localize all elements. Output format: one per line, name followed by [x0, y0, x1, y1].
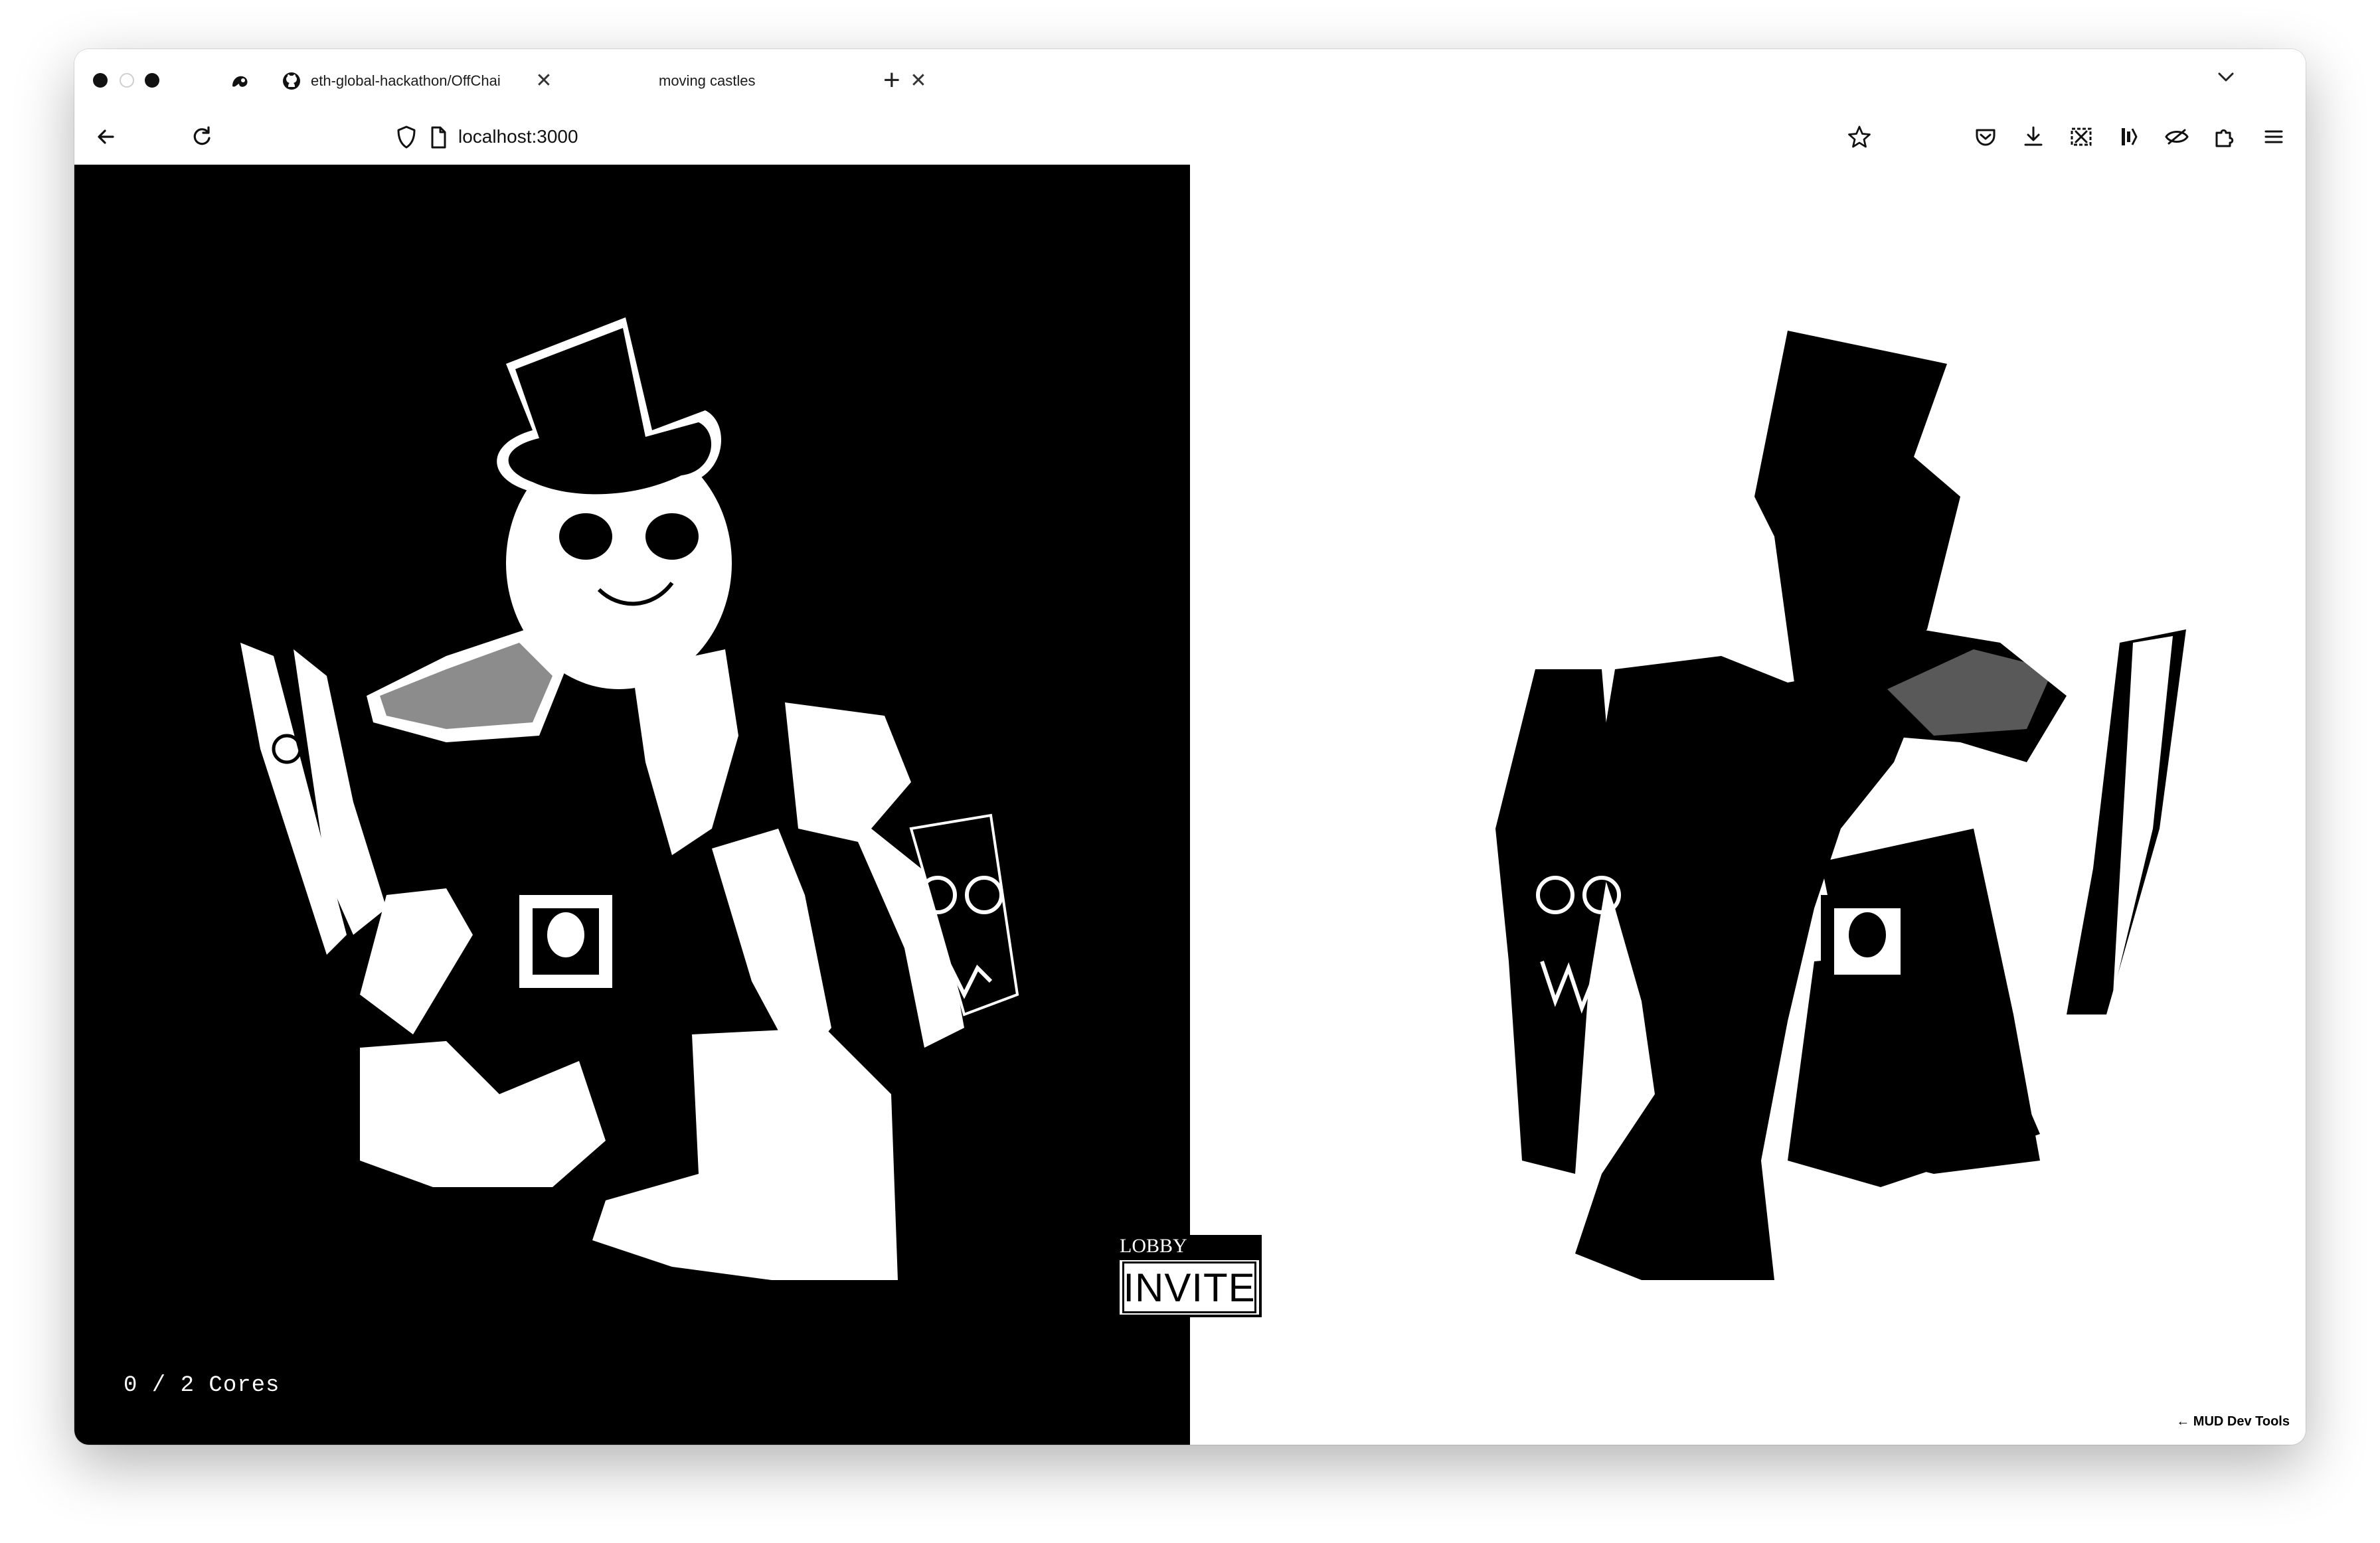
page-content: 0 / 2 Cores ← MUD Dev Tools LOBBY INVITE [74, 165, 2306, 1445]
nav-toolbar: localhost:3000 [74, 110, 2306, 165]
tab-close-icon[interactable]: ✕ [907, 71, 930, 91]
reload-icon[interactable] [187, 122, 216, 151]
window-close-button[interactable] [93, 73, 108, 88]
screenshot-icon[interactable] [2067, 122, 2096, 151]
menu-hamburger-icon[interactable] [2259, 122, 2288, 151]
url-text: localhost:3000 [458, 126, 578, 147]
castle-character-left [240, 317, 1019, 1280]
tab-github[interactable]: eth-global-hackathon/OffChai ✕ [282, 60, 640, 102]
firefox-view-icon[interactable] [227, 69, 254, 96]
right-character-pane[interactable]: ← MUD Dev Tools [1190, 165, 2306, 1445]
window-maximize-button[interactable] [145, 73, 159, 88]
extension-bars-icon[interactable] [2114, 122, 2144, 151]
castle-character-right [1495, 331, 2186, 1280]
mud-dev-tools-link[interactable]: ← MUD Dev Tools [2176, 1414, 2290, 1429]
page-icon[interactable] [426, 124, 450, 151]
window-minimize-button[interactable] [120, 73, 134, 88]
back-arrow-icon[interactable] [92, 122, 121, 151]
tab-github-label: eth-global-hackathon/OffChai [311, 72, 501, 89]
tab-bar: eth-global-hackathon/OffChai ✕ moving ca… [74, 49, 2306, 110]
github-icon [282, 71, 301, 91]
chevron-down-icon[interactable] [2213, 64, 2239, 90]
pocket-icon[interactable] [1971, 122, 2000, 151]
tab-moving-castles-label: moving castles [659, 72, 756, 89]
new-tab-button[interactable]: + [883, 64, 900, 97]
shield-icon[interactable] [393, 123, 420, 152]
extension-eye-icon[interactable] [2162, 122, 2191, 151]
invite-button-label: INVITE [1122, 1261, 1256, 1313]
browser-window: eth-global-hackathon/OffChai ✕ moving ca… [74, 49, 2306, 1445]
download-icon[interactable] [2019, 122, 2048, 151]
bookmark-star-icon[interactable] [1845, 123, 1874, 152]
cores-counter: 0 / 2 Cores [124, 1373, 280, 1398]
lobby-label: LOBBY [1117, 1235, 1262, 1258]
extensions-puzzle-icon[interactable] [2210, 122, 2239, 151]
url-bar[interactable]: localhost:3000 [386, 117, 1901, 158]
invite-button[interactable]: INVITE [1117, 1258, 1262, 1317]
left-character-pane[interactable]: 0 / 2 Cores [74, 165, 1190, 1445]
lobby-invite-widget: LOBBY INVITE [1117, 1235, 1263, 1319]
tab-close-icon[interactable]: ✕ [533, 71, 555, 91]
